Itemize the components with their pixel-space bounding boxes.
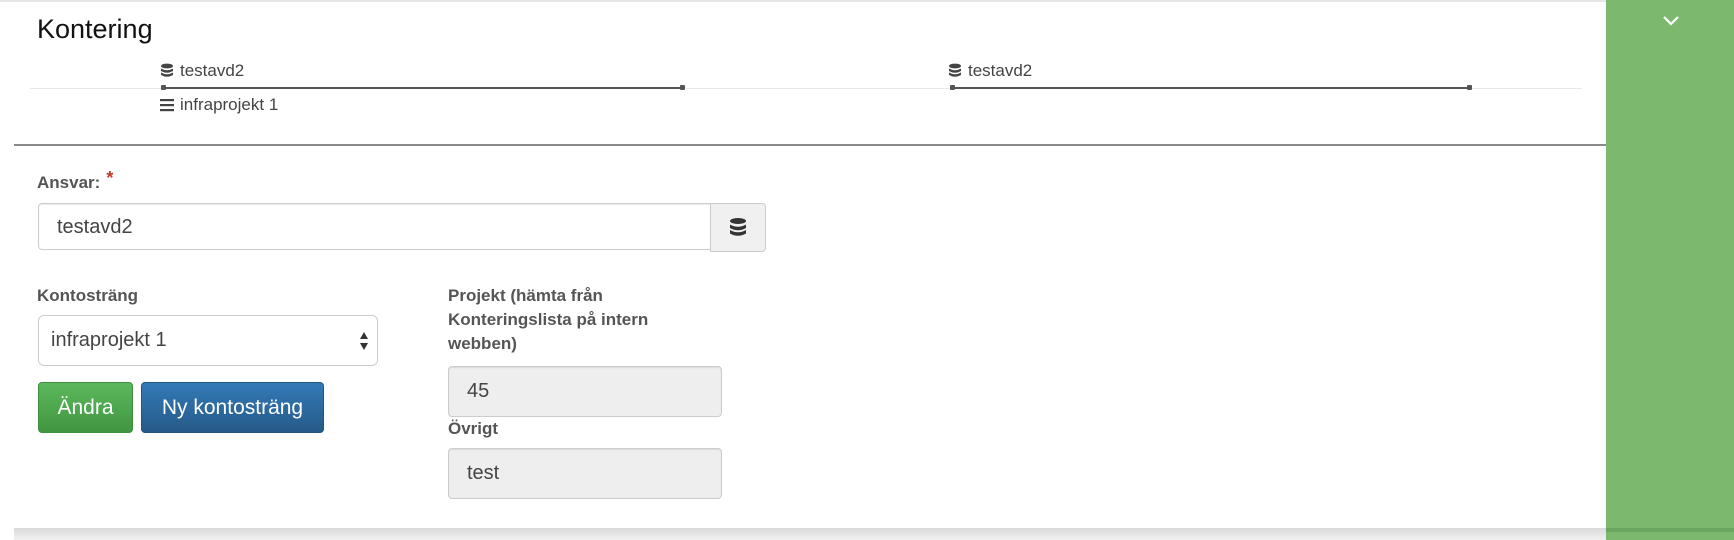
projekt-label: Projekt (hämta från Konteringslista på i… [448, 286, 649, 353]
ovrigt-field[interactable]: test [448, 448, 722, 499]
section-title: Kontering [37, 14, 153, 44]
tree-branch-line [163, 87, 683, 89]
panel-bottom-edge [14, 528, 1606, 540]
ansvar-lookup-button[interactable] [710, 203, 766, 252]
change-button[interactable]: Ändra [38, 382, 133, 433]
projekt-field[interactable]: 45 [448, 366, 722, 417]
side-toggle-strip[interactable] [1606, 0, 1734, 540]
tree-connector-dot [1467, 85, 1472, 90]
list-icon [160, 99, 174, 112]
select-arrows-icon [360, 332, 368, 350]
kontostrang-label: Kontosträng [37, 286, 139, 305]
tree-node-label: testavd2 [180, 61, 245, 80]
ovrigt-label: Övrigt [448, 419, 499, 438]
ansvar-label-text: Ansvar: [37, 173, 101, 192]
section-divider [14, 144, 1606, 146]
ansvar-input[interactable]: testavd2 [38, 203, 711, 250]
database-icon [949, 63, 961, 77]
database-icon [161, 63, 173, 77]
kontostrang-selected: infraprojekt 1 [51, 329, 167, 351]
new-account-string-button[interactable]: Ny kontosträng [141, 382, 324, 433]
tree-connector-dot [680, 85, 685, 90]
strip-notch [1606, 528, 1734, 532]
ansvar-label: Ansvar: * [37, 168, 114, 195]
kontering-panel [14, 2, 1606, 528]
tree-node-label: infraprojekt 1 [180, 95, 279, 114]
ansvar-input-group: testavd2 [38, 203, 766, 252]
tree-node-label: testavd2 [968, 61, 1033, 80]
tree-node-child[interactable]: infraprojekt 1 [160, 95, 278, 115]
tree-node-right[interactable]: testavd2 [948, 61, 1032, 81]
tree-branch-line [952, 87, 1470, 89]
tree-node-left[interactable]: testavd2 [160, 61, 244, 81]
kontostrang-select[interactable]: infraprojekt 1 [38, 315, 378, 366]
database-icon [730, 217, 746, 236]
required-marker: * [106, 168, 114, 188]
chevron-down-icon[interactable] [1662, 14, 1680, 26]
